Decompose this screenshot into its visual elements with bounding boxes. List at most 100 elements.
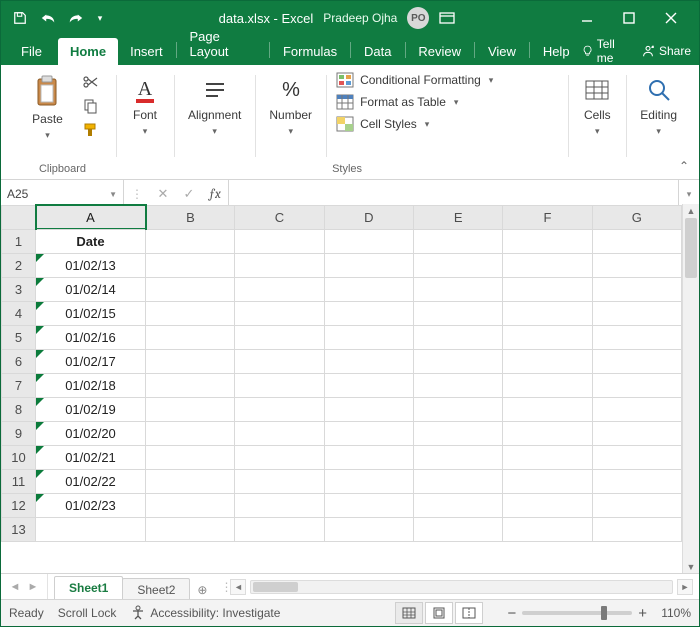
cell[interactable] <box>235 277 324 301</box>
insert-function-button[interactable]: ƒx <box>202 187 228 202</box>
hscroll-left-button[interactable]: ◄ <box>230 579 246 595</box>
cell[interactable] <box>324 445 413 469</box>
tab-scroll-splitter[interactable]: ⋮ <box>220 580 226 594</box>
minimize-button[interactable] <box>567 4 607 32</box>
row-header[interactable]: 3 <box>2 277 36 301</box>
cell[interactable] <box>235 325 324 349</box>
col-header-G[interactable]: G <box>592 205 681 229</box>
cell[interactable] <box>235 349 324 373</box>
cell[interactable] <box>146 325 235 349</box>
cell[interactable]: 01/02/22 <box>36 469 146 493</box>
hscroll-track[interactable] <box>250 580 673 594</box>
conditional-formatting-button[interactable]: Conditional Formatting▾ <box>332 71 497 89</box>
row-header[interactable]: 10 <box>2 445 36 469</box>
cell[interactable] <box>503 397 592 421</box>
avatar[interactable]: PO <box>407 7 429 29</box>
cell[interactable] <box>503 277 592 301</box>
new-sheet-button[interactable]: ⊕ <box>189 579 215 601</box>
cell[interactable] <box>592 301 681 325</box>
cell[interactable] <box>235 373 324 397</box>
cell[interactable] <box>146 229 235 253</box>
cell[interactable]: 01/02/18 <box>36 373 146 397</box>
cell[interactable] <box>413 301 502 325</box>
save-button[interactable] <box>9 7 31 29</box>
cell[interactable]: 01/02/20 <box>36 421 146 445</box>
cell[interactable] <box>413 517 502 541</box>
scroll-down-button[interactable]: ▼ <box>683 560 699 574</box>
cell[interactable] <box>592 229 681 253</box>
cell[interactable] <box>324 517 413 541</box>
zoom-slider[interactable] <box>522 611 632 615</box>
cell[interactable] <box>413 445 502 469</box>
scroll-up-button[interactable]: ▲ <box>683 204 699 218</box>
qat-customize-button[interactable]: ▾ <box>93 7 107 29</box>
cell[interactable] <box>413 469 502 493</box>
cell[interactable] <box>146 301 235 325</box>
cell[interactable] <box>235 517 324 541</box>
row-header[interactable]: 8 <box>2 397 36 421</box>
zoom-out-button[interactable]: − <box>507 605 516 622</box>
cell[interactable] <box>413 493 502 517</box>
row-header[interactable]: 12 <box>2 493 36 517</box>
cell[interactable] <box>235 469 324 493</box>
col-header-E[interactable]: E <box>413 205 502 229</box>
number-button[interactable]: % Number ▾ <box>261 71 320 141</box>
cell[interactable] <box>503 469 592 493</box>
cell[interactable] <box>146 421 235 445</box>
page-break-view-button[interactable] <box>455 602 483 624</box>
cells-button[interactable]: Cells ▾ <box>574 71 620 141</box>
cell[interactable] <box>235 421 324 445</box>
cell[interactable] <box>413 277 502 301</box>
col-header-B[interactable]: B <box>146 205 235 229</box>
cell[interactable] <box>235 493 324 517</box>
cell[interactable] <box>592 445 681 469</box>
tab-view[interactable]: View <box>476 38 528 65</box>
collapse-ribbon-button[interactable]: ⌃ <box>679 159 689 173</box>
page-layout-view-button[interactable] <box>425 602 453 624</box>
row-header[interactable]: 11 <box>2 469 36 493</box>
cell[interactable] <box>146 277 235 301</box>
row-header[interactable]: 4 <box>2 301 36 325</box>
cell[interactable] <box>503 325 592 349</box>
accessibility-checker-button[interactable]: Accessibility: Investigate <box>130 605 280 621</box>
cell[interactable] <box>592 349 681 373</box>
tab-home[interactable]: Home <box>58 38 118 65</box>
cell[interactable] <box>324 301 413 325</box>
row-header[interactable]: 2 <box>2 253 36 277</box>
cell[interactable] <box>235 253 324 277</box>
cell[interactable] <box>413 349 502 373</box>
scroll-thumb[interactable] <box>685 218 697 278</box>
cell[interactable] <box>324 373 413 397</box>
cell[interactable]: 01/02/23 <box>36 493 146 517</box>
cell[interactable] <box>592 493 681 517</box>
cell[interactable]: 01/02/14 <box>36 277 146 301</box>
cell[interactable] <box>235 229 324 253</box>
zoom-in-button[interactable]: + <box>638 605 647 622</box>
cell[interactable] <box>413 373 502 397</box>
sheet-next-button[interactable]: ► <box>25 581 41 593</box>
format-painter-button[interactable] <box>79 119 101 141</box>
cell[interactable] <box>503 517 592 541</box>
cell[interactable] <box>146 445 235 469</box>
cell[interactable] <box>592 373 681 397</box>
share-button[interactable]: Share <box>641 44 691 58</box>
copy-button[interactable] <box>79 95 101 117</box>
cell[interactable] <box>324 469 413 493</box>
cell[interactable] <box>324 493 413 517</box>
cell[interactable] <box>324 229 413 253</box>
cell[interactable] <box>146 373 235 397</box>
col-header-D[interactable]: D <box>324 205 413 229</box>
cell[interactable]: 01/02/17 <box>36 349 146 373</box>
tab-file[interactable]: File <box>9 38 54 65</box>
cell[interactable]: 01/02/13 <box>36 253 146 277</box>
tab-help[interactable]: Help <box>531 38 582 65</box>
cancel-formula-button[interactable]: ✕ <box>150 186 176 202</box>
formula-options-button[interactable]: ⋮ <box>124 187 150 201</box>
cell[interactable] <box>235 301 324 325</box>
row-header[interactable]: 7 <box>2 373 36 397</box>
sheet-tab-2[interactable]: Sheet2 <box>122 578 190 601</box>
row-header[interactable]: 1 <box>2 229 36 253</box>
cell[interactable] <box>146 397 235 421</box>
row-header[interactable]: 5 <box>2 325 36 349</box>
tab-insert[interactable]: Insert <box>118 38 175 65</box>
